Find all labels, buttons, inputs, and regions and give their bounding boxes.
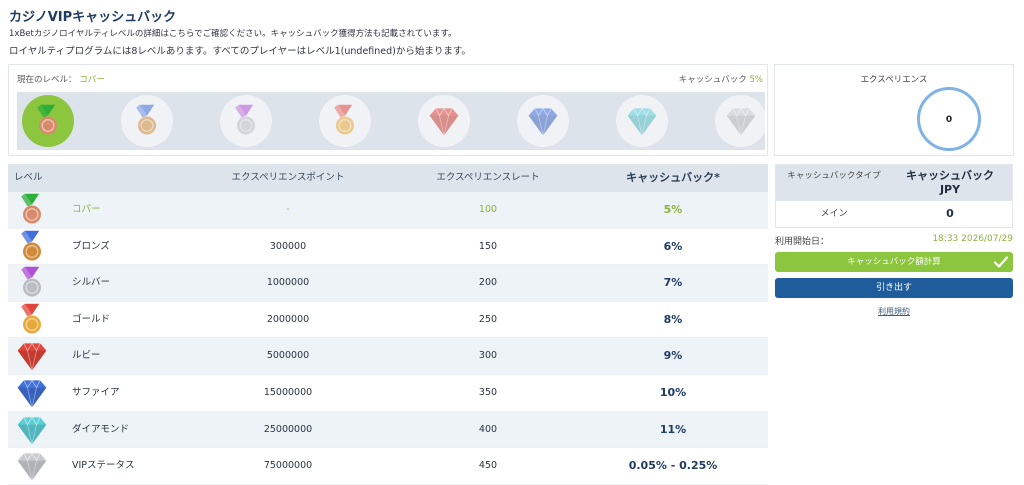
level-name: ダイアモンド — [72, 423, 130, 435]
header-points: エクスペリエンスポイント — [231, 172, 345, 183]
table-row: ダイアモンド 25000000 400 11% — [8, 411, 768, 449]
table-row: ルビー 5000000 300 9% — [8, 338, 768, 375]
level-name: コパー — [72, 204, 101, 215]
withdraw-button[interactable]: 引き出す — [775, 278, 1013, 298]
experience-value: 0 — [945, 115, 953, 125]
table-row: コパー - 100 5% — [8, 192, 768, 229]
cashback-currency-header: キャッシュバック JPY — [894, 169, 1006, 197]
levels-table-body: コパー - 100 5% ブロンズ 300000 150 6% シルバー 1000000 200 7%… — [8, 192, 768, 485]
level-badge-diamond-gem — [616, 95, 668, 147]
vip-gem-icon — [14, 448, 58, 484]
cashback-percent: 10% — [659, 385, 687, 399]
experience-rate: 400 — [478, 423, 498, 435]
cashback-amount: 0 — [946, 207, 954, 220]
cashback-type-label: キャッシュバックタイプ — [787, 171, 881, 181]
sapphire-gem-icon — [14, 375, 58, 411]
experience-rate: 350 — [478, 386, 498, 398]
experience-points: - — [286, 204, 290, 215]
cashback-sidebar: キャッシュバックタイプ キャッシュバック JPY メイン 0 利用開始日： 18… — [775, 164, 1013, 317]
experience-rate: 450 — [478, 460, 498, 472]
since-value: 18:33 2026/07/29 — [932, 234, 1013, 244]
cashback-percent: 7% — [663, 276, 683, 290]
header-level: レベル — [14, 172, 43, 183]
level-badge-copper-medal — [22, 95, 74, 147]
calculate-cashback-button[interactable]: キャッシュバック額計算 — [775, 252, 1013, 272]
experience-rate: 150 — [478, 240, 498, 252]
cashback-percent: 0.05% - 0.25% — [628, 459, 718, 473]
experience-points: 300000 — [269, 240, 307, 252]
level-badge-vip-gem — [715, 95, 765, 147]
table-row: VIPステータス 75000000 450 0.05% - 0.25% — [8, 448, 768, 485]
level-badge-sapphire-gem — [517, 95, 569, 147]
current-level-value: コパー — [79, 75, 105, 85]
level-strip — [17, 92, 765, 150]
page-description-levels: ロイヤルティプログラムには8レベルあります。すべてのプレイヤーはレベル1(und… — [9, 46, 471, 57]
level-badge-ruby-gem — [418, 95, 470, 147]
experience-points: 2000000 — [266, 313, 310, 325]
page-description: 1xBetカジノロイヤルティレベルの詳細はこちらでご確認ください。キャッシュバッ… — [9, 29, 457, 39]
experience-points: 15000000 — [263, 386, 313, 398]
level-badge-gold-medal — [319, 95, 371, 147]
since-label: 利用開始日： — [775, 237, 830, 247]
level-name: VIPステータス — [72, 460, 135, 472]
ruby-gem-icon — [14, 338, 58, 374]
level-progress-panel: 現在のレベル： コパー キャッシュバック 5% — [8, 64, 768, 156]
experience-rate: 100 — [478, 204, 498, 215]
level-name: ゴールド — [72, 313, 111, 325]
bronze-medal-icon — [14, 229, 58, 265]
diamond-gem-icon — [14, 412, 58, 448]
experience-rate: 200 — [478, 277, 498, 289]
experience-rate: 250 — [478, 313, 498, 325]
table-row: シルバー 1000000 200 7% — [8, 265, 768, 302]
currency-label: JPY — [939, 183, 961, 196]
level-badge-bronze-medal — [121, 95, 173, 147]
experience-progress-ring: 0 — [917, 87, 981, 151]
cashback-main-row: メイン 0 — [776, 201, 1012, 227]
experience-panel: エクスペリエンス 0 — [774, 64, 1014, 156]
level-name: シルバー — [72, 277, 111, 289]
header-cashback: キャッシュバック* — [626, 171, 720, 184]
table-row: ブロンズ 300000 150 6% — [8, 228, 768, 266]
cashback-summary: キャッシュバックタイプ キャッシュバック JPY メイン 0 — [775, 164, 1013, 228]
level-name: ルビー — [72, 350, 101, 362]
experience-rate: 300 — [478, 350, 498, 362]
levels-table: レベル エクスペリエンスポイント エクスペリエンスレート キャッシュバック* コ… — [8, 164, 768, 485]
level-name: サファイア — [72, 386, 120, 398]
silver-medal-icon — [14, 265, 58, 301]
main-label: メイン — [820, 209, 848, 219]
current-cashback-value: 5% — [749, 75, 764, 85]
cashback-percent: 5% — [663, 203, 683, 216]
header-rate: エクスペリエンスレート — [436, 172, 540, 183]
cashback-percent: 11% — [659, 422, 687, 436]
level-name: ブロンズ — [72, 240, 110, 252]
cashback-summary-header: キャッシュバックタイプ キャッシュバック JPY — [776, 165, 1012, 201]
since-row: 利用開始日： 18:33 2026/07/29 — [775, 228, 1013, 252]
copper-medal-icon — [14, 192, 58, 228]
levels-table-header: レベル エクスペリエンスポイント エクスペリエンスレート キャッシュバック* — [8, 164, 768, 192]
experience-points: 25000000 — [263, 423, 313, 435]
table-row: サファイア 15000000 350 10% — [8, 374, 768, 412]
current-cashback-label: キャッシュバック 5% — [678, 75, 764, 85]
cashback-percent: 6% — [663, 239, 683, 253]
experience-title: エクスペリエンス — [860, 75, 928, 85]
gold-medal-icon — [14, 302, 58, 338]
level-badge-silver-medal — [220, 95, 272, 147]
experience-points: 5000000 — [266, 350, 310, 362]
current-level-label: 現在のレベル： コパー — [17, 75, 105, 85]
experience-points: 75000000 — [263, 460, 313, 472]
experience-points: 1000000 — [266, 277, 310, 289]
cashback-percent: 8% — [663, 312, 683, 326]
terms-link[interactable]: 利用規約 — [775, 306, 1013, 317]
page-title: カジノVIPキャッシュバック — [9, 10, 177, 25]
table-row: ゴールド 2000000 250 8% — [8, 301, 768, 339]
check-icon — [993, 256, 1009, 268]
cashback-percent: 9% — [663, 349, 683, 363]
